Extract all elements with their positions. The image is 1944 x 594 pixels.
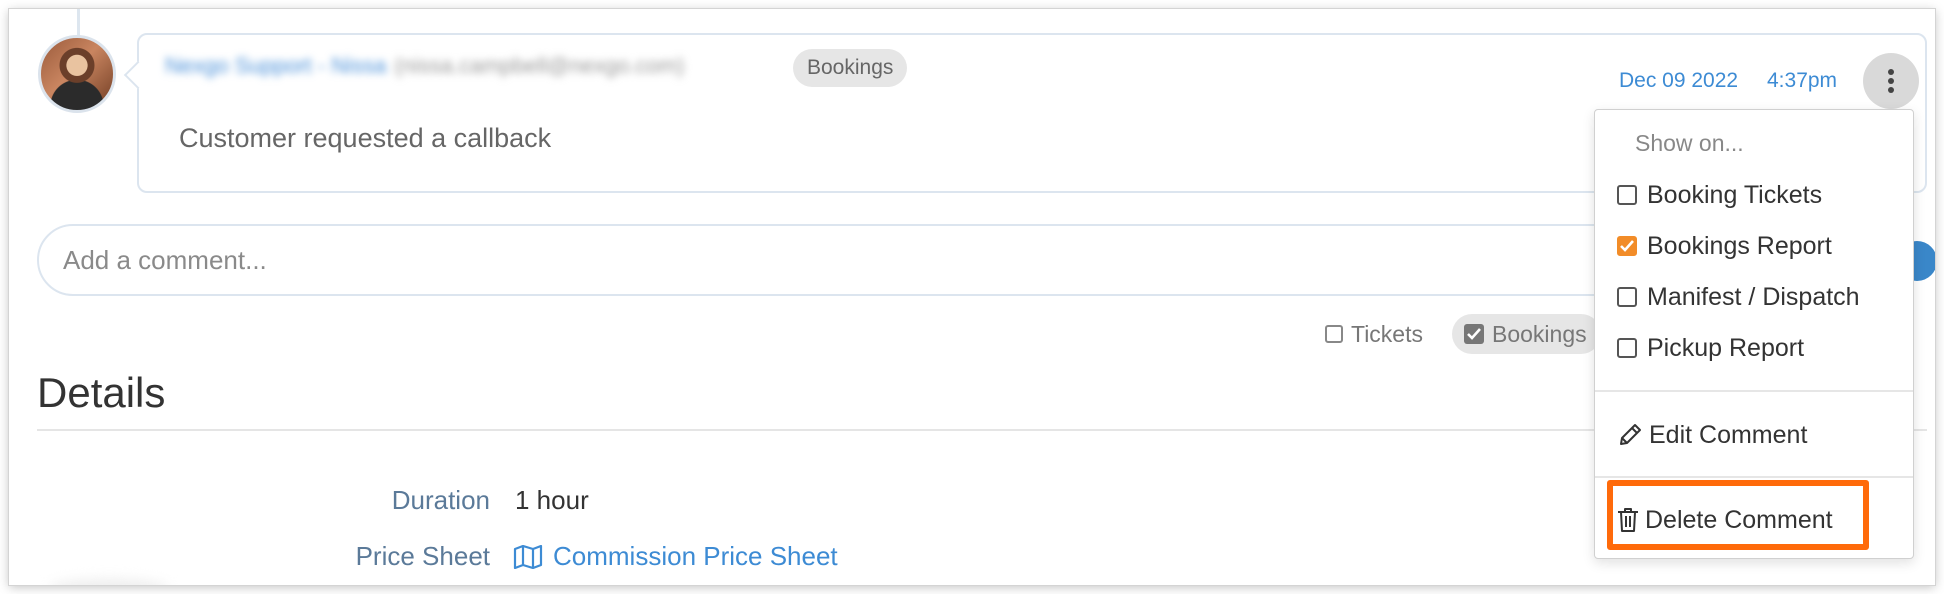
menu-divider xyxy=(1595,390,1913,392)
author-name: Nexgo Support - Nissa xyxy=(165,53,387,78)
price-sheet-label: Price Sheet xyxy=(355,541,490,571)
checkbox-icon xyxy=(1617,338,1637,358)
duration-value: 1 hour xyxy=(515,485,589,515)
delete-comment-button[interactable]: Delete Comment xyxy=(1617,500,1833,540)
blurred-element xyxy=(49,579,169,585)
comments-panel: Nexgo Support - Nissa (nissa.campbell@nex… xyxy=(9,9,1935,585)
menu-option-label: Bookings Report xyxy=(1647,231,1832,260)
duration-label: Duration xyxy=(391,485,490,515)
toggle-tickets-label: Tickets xyxy=(1351,320,1423,347)
comment-author: Nexgo Support - Nissa (nissa.campbell@nex… xyxy=(165,53,684,79)
price-sheet-value: Commission Price Sheet xyxy=(553,541,838,571)
delete-comment-label: Delete Comment xyxy=(1645,505,1833,534)
edit-comment-label: Edit Comment xyxy=(1649,420,1808,449)
comment-options-menu: Show on... Booking Tickets Bookings Repo… xyxy=(1594,109,1914,559)
checkbox-icon xyxy=(1617,287,1637,307)
menu-option-pickup-report[interactable]: Pickup Report xyxy=(1617,328,1804,368)
toggle-bookings-label: Bookings xyxy=(1492,320,1587,347)
details-title: Details xyxy=(37,369,166,416)
comment-badge: Bookings xyxy=(793,49,908,87)
menu-header: Show on... xyxy=(1635,130,1744,156)
checkbox-icon xyxy=(1617,185,1637,205)
checkbox-checked-icon xyxy=(1617,236,1637,256)
menu-option-booking-tickets[interactable]: Booking Tickets xyxy=(1617,175,1822,215)
map-icon xyxy=(513,544,543,569)
pencil-icon xyxy=(1620,424,1641,445)
trash-icon xyxy=(1618,508,1638,532)
menu-divider xyxy=(1595,476,1913,478)
comment-time: 4:37pm xyxy=(1767,69,1838,92)
comment-options-button[interactable] xyxy=(1863,53,1919,109)
checkbox-icon xyxy=(1325,325,1343,343)
avatar xyxy=(38,35,116,113)
menu-option-label: Manifest / Dispatch xyxy=(1647,282,1860,311)
author-email: (nissa.campbell@nexgo.com) xyxy=(394,53,685,78)
menu-option-label: Booking Tickets xyxy=(1647,180,1823,209)
menu-option-manifest-dispatch[interactable]: Manifest / Dispatch xyxy=(1617,277,1860,317)
comment-date: Dec 09 2022 xyxy=(1619,69,1739,92)
menu-option-label: Pickup Report xyxy=(1647,333,1805,362)
toggle-bookings[interactable]: Bookings xyxy=(1452,314,1601,354)
menu-option-bookings-report[interactable]: Bookings Report xyxy=(1617,226,1832,266)
comment-text: Customer requested a callback xyxy=(179,123,552,153)
more-vertical-icon xyxy=(1888,69,1894,93)
checkbox-checked-icon xyxy=(1464,324,1484,344)
toggle-tickets[interactable]: Tickets xyxy=(1325,314,1423,354)
price-sheet-link[interactable]: Commission Price Sheet xyxy=(513,541,838,572)
edit-comment-button[interactable]: Edit Comment xyxy=(1617,415,1807,455)
